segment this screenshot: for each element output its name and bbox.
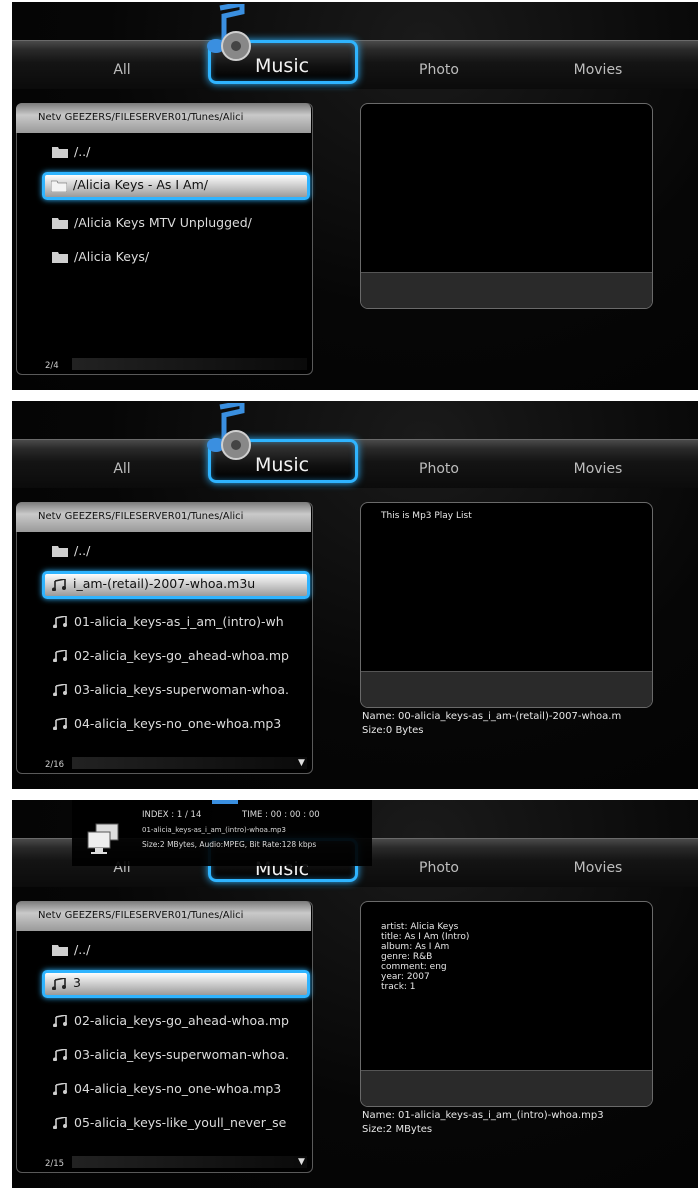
tab-movies[interactable]: Movies xyxy=(538,860,658,876)
tab-all[interactable]: All xyxy=(62,461,182,477)
file-size-info: Size:2 MBytes xyxy=(362,1124,433,1135)
page-indicator: 2/16 xyxy=(45,760,65,770)
music-note-icon xyxy=(52,579,66,591)
list-item[interactable]: /Alicia Keys MTV Unplugged/ xyxy=(42,206,310,240)
music-note-icon xyxy=(212,800,238,804)
music-note-icon xyxy=(53,718,67,730)
tab-all[interactable]: All xyxy=(62,62,182,78)
path-header: Netv GEEZERS/FILESERVER01/Tunes/Alici xyxy=(16,502,311,532)
osd-meta: Size:2 MBytes, Audio:MPEG, Bit Rate:128 … xyxy=(142,840,317,849)
folder-icon xyxy=(52,218,68,229)
list-item[interactable]: /Alicia Keys/ xyxy=(42,240,310,274)
pager-bar xyxy=(72,1156,307,1168)
music-note-icon xyxy=(53,1083,67,1095)
list-item[interactable]: 04-alicia_keys-no_one-whoa.mp3 xyxy=(42,707,310,741)
preview-pane: This is Mp3 Play List xyxy=(360,502,653,708)
list-item[interactable]: /../ xyxy=(42,933,310,967)
screen-3: All Music Photo Movies INDEX : 1 / 14 TI… xyxy=(12,800,698,1188)
list-item[interactable]: 03-alicia_keys-superwoman-whoa. xyxy=(42,1038,310,1072)
list-item[interactable]: 04-alicia_keys-no_one-whoa.mp3 xyxy=(42,1072,310,1106)
tab-photo[interactable]: Photo xyxy=(379,461,499,477)
folder-icon xyxy=(52,546,68,557)
music-note-icon xyxy=(53,616,67,628)
list-item-selected[interactable]: i_am-(retail)-2007-whoa.m3u xyxy=(42,571,310,599)
preview-footer xyxy=(361,272,652,308)
osd-file: 01-alicia_keys-as_i_am_(intro)-whoa.mp3 xyxy=(142,826,286,834)
list-item[interactable]: /../ xyxy=(42,135,310,169)
pager-bar xyxy=(72,358,307,370)
pager-bar xyxy=(72,757,307,769)
tab-photo[interactable]: Photo xyxy=(379,860,499,876)
list-item[interactable]: /../ xyxy=(42,534,310,568)
music-note-icon xyxy=(53,650,67,662)
music-note-icon xyxy=(53,1117,67,1129)
screen-1: All Music Photo Movies Netv GEEZERS/FILE… xyxy=(12,2,698,390)
folder-icon xyxy=(52,945,68,956)
tab-music-label: Music xyxy=(255,55,310,77)
osd-panel: INDEX : 1 / 14 TIME : 00 : 00 : 00 01-al… xyxy=(72,800,372,866)
preview-text: This is Mp3 Play List xyxy=(381,511,472,521)
list-item[interactable]: 01-alicia_keys-as_i_am_(intro)-wh xyxy=(42,605,310,639)
list-item[interactable]: 03-alicia_keys-superwoman-whoa. xyxy=(42,673,310,707)
music-note-icon xyxy=(207,403,251,460)
osd-index: INDEX : 1 / 14 xyxy=(142,810,202,820)
music-note-icon xyxy=(53,1049,67,1061)
screen-2: All Music Photo Movies Netv GEEZERS/FILE… xyxy=(12,401,698,789)
preview-footer xyxy=(361,671,652,707)
list-item-selected[interactable]: 3 xyxy=(42,970,310,998)
music-note-icon xyxy=(53,1015,67,1027)
file-list: /../ i_am-(retail)-2007-whoa.m3u 01-alic… xyxy=(42,534,310,741)
tab-movies[interactable]: Movies xyxy=(538,461,658,477)
tab-music-label: Music xyxy=(255,454,310,476)
preview-pane: artist: Alicia Keys title: As I Am (Intr… xyxy=(360,901,653,1107)
scroll-down-arrow-icon[interactable]: ▼ xyxy=(298,758,305,768)
path-header: Netv GEEZERS/FILESERVER01/Tunes/Alici xyxy=(16,901,311,931)
scroll-down-arrow-icon[interactable]: ▼ xyxy=(298,1157,305,1167)
preview-pane xyxy=(360,103,653,309)
list-item[interactable]: 02-alicia_keys-go_ahead-whoa.mp xyxy=(42,639,310,673)
page-indicator: 2/15 xyxy=(45,1159,65,1169)
music-note-icon xyxy=(53,684,67,696)
file-list: /../ /Alicia Keys - As I Am/ /Alicia Key… xyxy=(42,135,310,274)
file-name-info: Name: 00-alicia_keys-as_i_am-(retail)-20… xyxy=(362,711,622,722)
preview-footer xyxy=(361,1070,652,1106)
file-list: /../ 3 02-alicia_keys-go_ahead-whoa.mp 0… xyxy=(42,933,310,1140)
file-name-info: Name: 01-alicia_keys-as_i_am_(intro)-who… xyxy=(362,1110,604,1121)
folder-icon xyxy=(52,252,68,263)
network-computer-icon xyxy=(87,823,119,854)
folder-icon xyxy=(52,147,68,158)
list-item[interactable]: 02-alicia_keys-go_ahead-whoa.mp xyxy=(42,1004,310,1038)
path-header: Netv GEEZERS/FILESERVER01/Tunes/Alici xyxy=(16,103,311,133)
page-indicator: 2/4 xyxy=(45,361,59,371)
tab-photo[interactable]: Photo xyxy=(379,62,499,78)
tab-movies[interactable]: Movies xyxy=(538,62,658,78)
folder-icon xyxy=(51,180,67,192)
list-item[interactable]: 05-alicia_keys-like_youll_never_se xyxy=(42,1106,310,1140)
preview-id3-tags: artist: Alicia Keys title: As I Am (Intr… xyxy=(381,922,470,992)
music-note-icon xyxy=(52,978,66,990)
file-size-info: Size:0 Bytes xyxy=(362,725,424,736)
osd-time: TIME : 00 : 00 : 00 xyxy=(242,810,320,820)
music-note-icon xyxy=(207,4,251,61)
list-item-selected[interactable]: /Alicia Keys - As I Am/ xyxy=(42,172,310,200)
